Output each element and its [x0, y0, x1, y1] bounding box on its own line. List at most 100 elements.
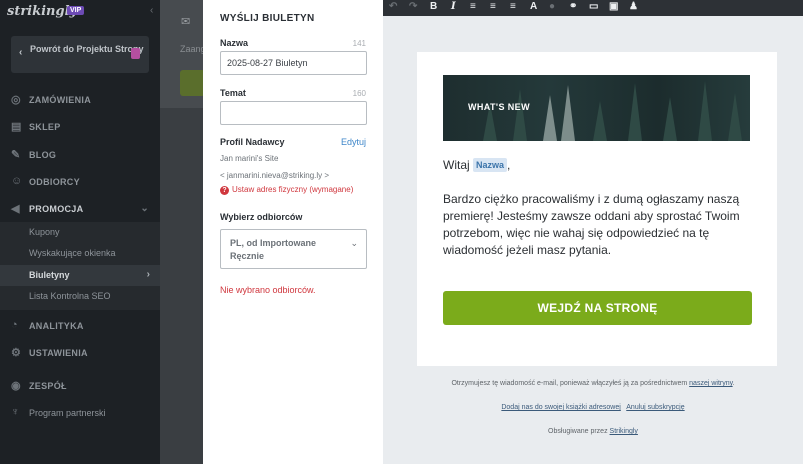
- unsubscribe-link[interactable]: Anuluj subskrypcję: [626, 404, 684, 411]
- back-button-label: Powrót do Projektu Strony: [30, 44, 144, 54]
- sidebar-subitem-coupons[interactable]: Kupony: [0, 222, 160, 243]
- subitem-label: Biuletyny: [29, 270, 70, 280]
- footer-text: Otrzymujesz tę wiadomość e-mail, poniewa…: [451, 380, 688, 387]
- users-icon: ☺: [11, 175, 23, 187]
- sidebar-item-label: SKLEP: [29, 122, 61, 132]
- recipients-label: Wybierz odbiorców: [220, 212, 303, 222]
- tree-shape: [628, 83, 642, 141]
- tree-shape: [728, 93, 742, 141]
- chevron-down-icon: ⌄: [140, 203, 149, 214]
- background-text: Zaang: [180, 44, 206, 54]
- footer-dot: .: [732, 380, 735, 387]
- sidebar: strikingly VIP ‹ ‹ Powrót do Projektu St…: [0, 0, 160, 464]
- background-overlay: ✉ Zaang: [160, 0, 206, 464]
- collapse-sidebar-icon[interactable]: ‹: [150, 5, 153, 16]
- sidebar-item-label: ZESPÓŁ: [29, 381, 67, 391]
- panel-title: WYŚLIJ BIULETYN: [220, 13, 315, 24]
- sidebar-item-promotion[interactable]: ◀ PROMOCJA ⌄: [0, 195, 160, 222]
- team-icon: ◉: [11, 380, 21, 392]
- sidebar-item-analytics[interactable]: ◔ ANALITYKA: [0, 312, 160, 339]
- subject-label: Temat: [220, 88, 246, 98]
- email-body-text[interactable]: Bardzo ciężko pracowaliśmy i z dumą ogła…: [443, 191, 743, 259]
- name-label: Nazwa: [220, 38, 249, 48]
- font-icon[interactable]: A: [530, 1, 537, 12]
- visit-site-button[interactable]: WEJDŹ NA STRONĘ: [443, 291, 752, 325]
- bold-icon[interactable]: B: [430, 1, 437, 12]
- sidebar-item-label: BLOG: [29, 150, 57, 160]
- align-right-icon[interactable]: ≡: [510, 1, 516, 12]
- question-icon: ?: [220, 186, 229, 195]
- name-char-counter: 141: [352, 39, 366, 48]
- physical-address-warning[interactable]: ? Ustaw adres fizyczny (wymagane): [220, 185, 353, 195]
- add-to-address-book-link[interactable]: Dodaj nas do swojej książki adresowej: [501, 404, 620, 411]
- tree-shape: [698, 81, 712, 141]
- sidebar-subitem-seo-checklist[interactable]: Lista Kontrolna SEO: [0, 286, 160, 307]
- editor-toolbar: ↶ ↷ B I ≡ ≡ ≡ A ● ⚭ ▭ ▣ ♟: [383, 0, 803, 16]
- image-icon[interactable]: ▣: [609, 1, 618, 12]
- store-icon: [131, 48, 140, 59]
- footer-powered-by: Obsługiwane przez Strikingly: [383, 428, 803, 435]
- warning-text: Ustaw adres fizyczny (wymagane): [232, 185, 354, 194]
- chevron-left-icon: ‹: [19, 47, 23, 58]
- redo-icon[interactable]: ↷: [409, 1, 417, 12]
- megaphone-icon: ◀: [11, 203, 20, 215]
- align-left-icon[interactable]: ≡: [470, 1, 476, 12]
- subitem-label: Wyskakujące okienka: [29, 248, 116, 258]
- undo-icon[interactable]: ↶: [389, 1, 397, 12]
- sidebar-item-store[interactable]: ▤ SKLEP: [0, 113, 160, 140]
- newsletter-editor: ↶ ↷ B I ≡ ≡ ≡ A ● ⚭ ▭ ▣ ♟ WHAT'S NEW Wit…: [383, 0, 803, 464]
- footer-links: Dodaj nas do swojej książki adresowej An…: [383, 404, 803, 411]
- name-input[interactable]: [220, 51, 367, 75]
- sidebar-item-label: ODBIORCY: [29, 177, 80, 187]
- footer-subscription-note: Otrzymujesz tę wiadomość e-mail, poniewa…: [383, 380, 803, 387]
- recipients-value-line1: PL, od Importowane: [230, 238, 317, 248]
- sidebar-item-blog[interactable]: ✎ BLOG: [0, 141, 160, 168]
- recipients-error: Nie wybrano odbiorców.: [220, 285, 316, 295]
- align-center-icon[interactable]: ≡: [490, 1, 496, 12]
- sidebar-item-label: PROMOCJA: [29, 204, 84, 214]
- recipients-select[interactable]: PL, od Importowane Ręcznie ⌄: [220, 229, 367, 269]
- link-icon[interactable]: ⚭: [569, 1, 577, 12]
- subitem-label: Kupony: [29, 227, 60, 237]
- mail-icon: ✉: [181, 16, 191, 28]
- button-icon[interactable]: ▭: [589, 1, 598, 12]
- strikingly-link[interactable]: Strikingly: [610, 428, 638, 435]
- gear-icon: ⚙: [11, 347, 22, 359]
- shop-icon: ▤: [11, 121, 22, 133]
- greeting-suffix: ,: [507, 158, 511, 172]
- sender-email: < janmarini.nieva@striking.ly >: [220, 171, 330, 180]
- greeting[interactable]: Witaj Nazwa,: [443, 158, 510, 172]
- edit-sender-link[interactable]: Edytuj: [341, 137, 366, 147]
- sidebar-item-label: ZAMÓWIENIA: [29, 95, 91, 105]
- tree-shape: [593, 101, 607, 141]
- chevron-right-icon: ›: [146, 269, 150, 280]
- sidebar-subitem-newsletters[interactable]: Biuletyny ›: [0, 265, 160, 286]
- tree-shape: [513, 89, 527, 141]
- sender-name: Jan marini's Site: [220, 154, 279, 163]
- subject-input[interactable]: [220, 101, 367, 125]
- sidebar-item-team[interactable]: ◉ ZESPÓŁ: [0, 372, 160, 399]
- powered-by-text: Obsługiwane przez: [548, 428, 608, 435]
- greeting-text: Witaj: [443, 158, 470, 172]
- sidebar-item-settings[interactable]: ⚙ USTAWIENIA: [0, 339, 160, 366]
- sidebar-item-recipients[interactable]: ☺ ODBIORCY: [0, 168, 160, 195]
- italic-icon[interactable]: I: [451, 1, 456, 12]
- color-icon[interactable]: ●: [549, 1, 555, 12]
- sender-profile-label: Profil Nadawcy: [220, 137, 285, 147]
- vip-badge: VIP: [67, 6, 85, 15]
- sidebar-item-orders[interactable]: ◎ ZAMÓWIENIA: [0, 86, 160, 113]
- sidebar-subitem-popups[interactable]: Wyskakujące okienka: [0, 243, 160, 264]
- name-merge-tag[interactable]: Nazwa: [473, 158, 508, 172]
- pen-icon: ✎: [11, 149, 21, 161]
- analytics-icon: ◔: [11, 319, 18, 331]
- subitem-label: Lista Kontrolna SEO: [29, 291, 111, 301]
- footer-site-link[interactable]: naszej witryny: [689, 380, 732, 387]
- sidebar-item-label: USTAWIENIA: [29, 348, 88, 358]
- sidebar-item-label: ANALITYKA: [29, 321, 84, 331]
- whats-new-banner[interactable]: WHAT'S NEW: [443, 75, 750, 141]
- sidebar-item-partner-program[interactable]: ♆ Program partnerski: [0, 399, 160, 426]
- chevron-down-icon: ⌄: [350, 238, 358, 248]
- person-icon[interactable]: ♟: [629, 1, 638, 12]
- trophy-icon: ♆: [11, 406, 20, 418]
- back-to-site-button[interactable]: ‹ Powrót do Projektu Strony: [11, 36, 149, 73]
